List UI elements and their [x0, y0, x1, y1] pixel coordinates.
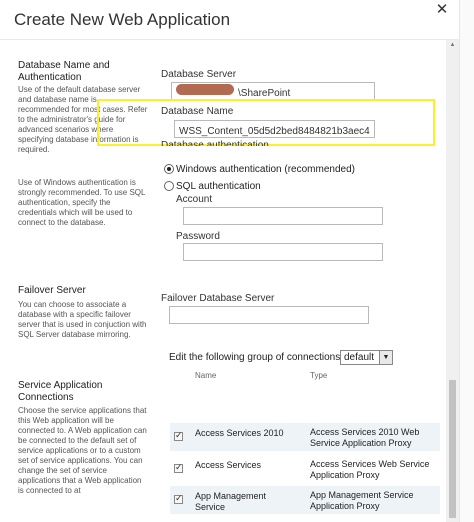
row-name: Access Services — [195, 460, 262, 470]
table-row[interactable]: Access Services Access Services Web Serv… — [170, 455, 440, 483]
row-checkbox[interactable] — [174, 462, 183, 473]
service-section-desc: Choose the service applications that thi… — [18, 406, 147, 495]
password-label: Password — [176, 231, 220, 242]
connection-group-select[interactable]: default ▼ — [340, 350, 393, 365]
row-type: App Management Service Application Proxy — [310, 490, 414, 511]
database-server-label: Database Server — [161, 69, 237, 80]
close-icon[interactable]: ✕ — [434, 2, 450, 18]
windows-auth-label[interactable]: Windows authentication (recommended) — [176, 164, 355, 175]
database-auth-label: Database authentication — [161, 140, 269, 146]
row-name: App Management Service — [195, 491, 267, 512]
table-row[interactable]: Access Services 2010 Access Services 201… — [170, 423, 440, 451]
windows-auth-radio[interactable] — [164, 164, 174, 174]
column-header-type: Type — [310, 371, 328, 380]
table-row[interactable]: App Management Service App Management Se… — [170, 486, 440, 514]
row-checkbox[interactable] — [174, 430, 183, 441]
edit-connections-label: Edit the following group of connections: — [169, 352, 343, 363]
row-name: Access Services 2010 — [195, 428, 284, 438]
dialog-titlebar: Create New Web Application ✕ — [0, 0, 474, 42]
database-server-value: \SharePoint — [238, 88, 291, 99]
row-type: Access Services 2010 Web Service Applica… — [310, 427, 420, 448]
redaction-scribble — [176, 84, 234, 95]
row-type: Access Services Web Service Application … — [310, 459, 430, 480]
failover-section-desc: You can choose to associate a database w… — [18, 300, 147, 339]
account-input[interactable] — [183, 207, 383, 225]
chevron-down-icon[interactable]: ▼ — [379, 351, 392, 364]
failover-server-label: Failover Database Server — [161, 293, 275, 304]
database-section-title: Database Name and Authentication — [18, 60, 110, 83]
auth-section-desc: Use of Windows authentication is strongl… — [18, 178, 146, 227]
connection-group-value: default — [344, 352, 375, 363]
service-section-title: Service Application Connections — [18, 380, 103, 403]
dialog-title: Create New Web Application — [14, 10, 231, 29]
failover-section-title: Failover Server — [18, 285, 86, 296]
failover-server-input[interactable] — [169, 306, 369, 324]
outer-scrollbar[interactable] — [459, 0, 474, 522]
highlight-box — [97, 99, 435, 146]
scroll-up-icon[interactable]: ▲ — [446, 40, 459, 50]
sql-auth-radio[interactable] — [164, 181, 174, 191]
account-label: Account — [176, 194, 213, 205]
scrollbar-thumb[interactable] — [449, 380, 456, 518]
column-header-name: Name — [195, 371, 217, 380]
password-input[interactable] — [183, 243, 383, 261]
sql-auth-label[interactable]: SQL authentication — [176, 181, 261, 192]
row-checkbox[interactable] — [174, 493, 183, 504]
